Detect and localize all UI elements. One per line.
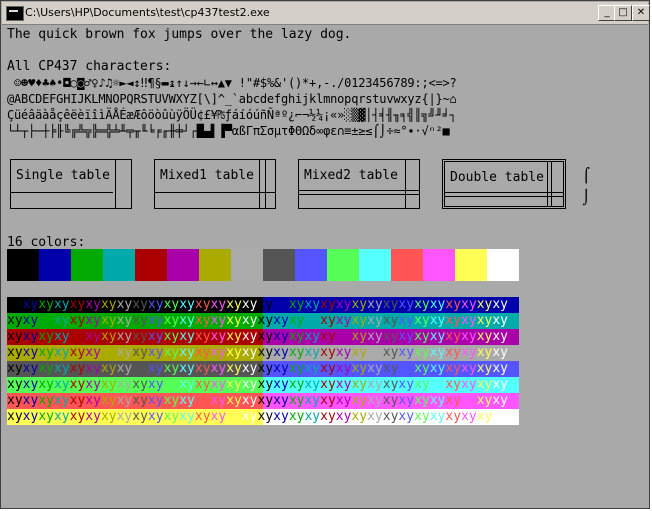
color-swatch: [391, 249, 423, 281]
table-divider: [11, 192, 113, 193]
table-divider: [299, 194, 419, 195]
double-table-label: Double table: [450, 170, 544, 185]
pangram-line: The quick brown fox jumps over the lazy …: [7, 27, 352, 42]
color-stripe: xyxyxyxyxyxyxyxyxyxyxyxyxyxyxyxyxyxyxyxy…: [7, 329, 519, 345]
color-swatch: [231, 249, 263, 281]
table-divider: [259, 160, 260, 208]
table-divider: [445, 196, 563, 197]
stripe-text: xyxyxyxyxyxyxyxyxyxyxyxyxyxyxyxyxyxyxyxy…: [7, 345, 508, 360]
table-divider: [299, 190, 419, 191]
console-app-icon[interactable]: [6, 6, 24, 21]
color-swatch: [455, 249, 487, 281]
cp437-row-3: ÇüéâäàåçêëèïîìÄÅÉæÆôöòûùÿÖÜ¢£¥₧ƒáíóúñÑªº…: [7, 108, 457, 122]
maximize-button[interactable]: □: [614, 5, 632, 21]
double-table-box: Double table: [442, 159, 566, 209]
color-stripe: xyxyxyxyxyxyxyxyxyxyxyxyxyxyxyxyxyxyxyxy…: [7, 377, 519, 393]
stripe-text: xyxyxyxyxyxyxyxyxyxyxyxyxyxyxyxyxyxyxyxy…: [7, 329, 508, 344]
table-divider: [551, 162, 552, 206]
table-divider: [547, 162, 548, 206]
mixed1-table-box: Mixed1 table: [154, 159, 276, 209]
stripe-text: xyxyxyxyxyxyxyxyxyxyxyxyxyxyxyxyxyxyxyxy…: [7, 409, 508, 424]
cp437-row-1: ☺☻♥♦♣♠•◘○◙♂♀♪♫☼►◄↕‼¶§▬↨↑↓→←∟↔▲▼ !"#$%&'(…: [7, 76, 457, 90]
mixed2-table-box: Mixed2 table: [298, 159, 420, 209]
cp437-row-4: └┴┬├─┼╞╟╚╔╩╦╠═╬╧╨╤╥╙╘╒╓╫╪┘┌█▄▌▐▀αßΓπΣσµτ…: [7, 124, 450, 138]
stripe-text: xyxyxyxyxyxyxyxyxyxyxyxyxyxyxyxyxyxyxyxy…: [7, 297, 508, 312]
color-stripe: xyxyxyxyxyxyxyxyxyxyxyxyxyxyxyxyxyxyxyxy…: [7, 361, 519, 377]
console-window: C:\Users\HP\Documents\test\cp437test2.ex…: [0, 0, 650, 509]
stripe-text: xyxyxyxyxyxyxyxyxyxyxyxyxyxyxyxyxyxyxyxy…: [7, 393, 508, 408]
table-divider: [155, 192, 275, 193]
color-swatch: [359, 249, 391, 281]
color-swatch: [103, 249, 135, 281]
color-swatch: [327, 249, 359, 281]
integral-glyph: ⌠ ⌡: [582, 168, 591, 206]
table-divider: [115, 160, 116, 208]
color-swatch: [167, 249, 199, 281]
table-divider: [265, 160, 266, 208]
color-stripe: xyxyxyxyxyxyxyxyxyxyxyxyxyxyxyxyxyxyxyxy…: [7, 409, 519, 425]
window-title: C:\Users\HP\Documents\test\cp437test2.ex…: [25, 6, 270, 19]
color-swatch: [295, 249, 327, 281]
color-swatch: [71, 249, 103, 281]
color-stripe: xyxyxyxyxyxyxyxyxyxyxyxyxyxyxyxyxyxyxyxy…: [7, 313, 519, 329]
stripe-text: xyxyxyxyxyxyxyxyxyxyxyxyxyxyxyxyxyxyxyxy…: [7, 361, 508, 376]
single-table-label: Single table: [16, 168, 110, 183]
color-stripe: xyxyxyxyxyxyxyxyxyxyxyxyxyxyxyxyxyxyxyxy…: [7, 297, 519, 313]
color-swatch: [423, 249, 455, 281]
color-swatch: [39, 249, 71, 281]
color-swatch: [199, 249, 231, 281]
table-divider: [445, 192, 563, 193]
color-stripe: xyxyxyxyxyxyxyxyxyxyxyxyxyxyxyxyxyxyxyxy…: [7, 393, 519, 409]
single-table-box: Single table: [10, 159, 132, 209]
cp437-row-2: @ABCDEFGHIJKLMNOPQRSTUVWXYZ[\]^_`abcdefg…: [7, 92, 457, 106]
mixed2-table-label: Mixed2 table: [304, 168, 398, 183]
close-button[interactable]: ✕: [632, 5, 650, 21]
stripe-text: xyxyxyxyxyxyxyxyxyxyxyxyxyxyxyxyxyxyxyxy…: [7, 313, 508, 328]
console-output[interactable]: The quick brown fox jumps over the lazy …: [2, 25, 648, 507]
table-divider: [405, 160, 406, 208]
color-stripe: xyxyxyxyxyxyxyxyxyxyxyxyxyxyxyxyxyxyxyxy…: [7, 345, 519, 361]
cp437-heading: All CP437 characters:: [7, 59, 172, 74]
mixed1-table-label: Mixed1 table: [160, 168, 254, 183]
color-swatch: [135, 249, 167, 281]
color-swatch: [7, 249, 39, 281]
title-bar[interactable]: C:\Users\HP\Documents\test\cp437test2.ex…: [2, 2, 650, 25]
color-swatch: [263, 249, 295, 281]
stripe-text: xyxyxyxyxyxyxyxyxyxyxyxyxyxyxyxyxyxyxyxy…: [7, 377, 508, 392]
color-swatch: [487, 249, 519, 281]
